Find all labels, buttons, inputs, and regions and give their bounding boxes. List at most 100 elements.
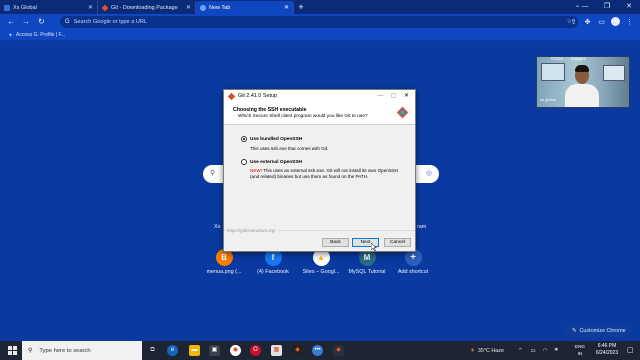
file-explorer-icon[interactable]: ▬ [189,345,200,356]
close-tab-icon[interactable]: ✕ [186,4,191,11]
task-view-icon[interactable]: ⧉ [147,345,158,356]
shortcut-sites-google[interactable]: ▲ Sites – Googl... [296,249,346,275]
option-bundled-openssh[interactable]: Use bundled OpenSSH [241,136,302,142]
shortcut-facebook[interactable]: f (4) Facebook [248,249,298,275]
tab-new-tab[interactable]: New Tab ✕ [196,1,294,14]
option-label: Use external OpenSSH [250,159,302,165]
sidepanel-icon[interactable]: ▭ [597,18,606,26]
dialog-maximize-icon[interactable]: ▢ [387,90,400,102]
volume-icon[interactable]: 🕪 [554,347,557,354]
opera-icon[interactable]: O [250,345,261,356]
lang-top: ENG [575,344,585,349]
weather-text[interactable]: 35°C Haze [478,348,504,354]
forward-arrow-icon[interactable]: → [22,17,30,26]
ntp-gmail-link[interactable]: Gmail [551,57,563,61]
webcam-tag: xs global [540,97,556,102]
profile-avatar[interactable] [611,17,620,26]
tab-label: Git - Downloading Package [111,4,178,11]
window-controls: — ❐ ✕ [574,0,640,14]
taskbar-search-box[interactable]: ⚲ Type here to search [22,341,142,360]
reload-icon[interactable]: ↻ [38,17,45,26]
app-icon[interactable]: ••• [312,345,323,356]
network-icon[interactable]: ▭ [531,348,536,354]
xs-global-favicon-icon [4,4,10,11]
notifications-icon[interactable]: ▢ [627,346,634,354]
customize-chrome-button[interactable]: ✎ Customize Chrome [565,324,631,337]
dialog-subheading: Which Secure Shell client program would … [238,114,368,119]
git-logo-icon [396,106,409,119]
address-bar-placeholder: Search Google or type a URL [73,19,148,25]
cancel-button[interactable]: Cancel [384,238,411,247]
dialog-title: Git 2.41.0 Setup [238,93,277,99]
shortcut-label: Add shortcut [397,269,429,275]
tab-strip: Xs Global ✕ Git - Downloading Package ✕ … [0,0,640,14]
maximize-icon[interactable]: ❐ [596,0,618,14]
language-indicator[interactable]: ENG IN [575,343,585,357]
tab-git-download[interactable]: Git - Downloading Package ✕ [98,1,196,14]
close-window-icon[interactable]: ✕ [618,0,640,14]
option-label: Use bundled OpenSSH [250,136,303,142]
presenter-hair [575,65,589,72]
wifi-icon[interactable]: ◠ [543,348,548,354]
radio-bundled-openssh[interactable] [241,136,247,142]
tab-xs-global[interactable]: Xs Global ✕ [0,1,98,14]
chrome-favicon-icon [200,4,206,11]
shortcut-label-partial: Xs [214,224,221,230]
tray-chevron-icon[interactable]: ⌃ [518,348,523,354]
radio-external-openssh[interactable] [241,159,247,165]
webcam-window [541,63,565,81]
git-setup-taskbar-icon[interactable]: ◆ [333,345,344,356]
clock-time: 6:46 PM [597,343,617,349]
shortcut-menua[interactable]: B menua.png (... [199,249,249,275]
edge-icon[interactable]: e [167,345,178,356]
ntp-images-link[interactable]: Images [571,57,586,61]
mouse-cursor-icon [371,243,377,251]
dialog-minimize-icon[interactable]: — [374,90,387,102]
option-description: This uses ssh.exe that comes with Git. [250,146,329,151]
extensions-puzzle-icon[interactable]: ✤ [583,18,592,26]
search-icon: ⚲ [28,348,33,354]
option-external-openssh[interactable]: Use external OpenSSH [241,159,302,165]
dialog-titlebar: Git 2.41.0 Setup — ▢ ✕ [224,90,415,102]
tab-label: New Tab [209,4,231,11]
git-favicon-icon [101,4,109,11]
taskbar-clock[interactable]: 6:46 PM 6/24/2023 [591,343,623,357]
clock-date: 6/24/2023 [595,350,619,356]
bookmark-favicon-icon: ✦ [8,32,14,39]
share-icon[interactable]: ⇪ [569,18,578,26]
search-icon: ⚲ [210,170,216,177]
git-app-icon [227,92,236,100]
dialog-url: https://gitforwindows.org/ [227,228,278,233]
webcam-window [603,65,625,81]
minimize-icon[interactable]: — [574,0,596,14]
shortcut-label: MySQL Tutorial [348,269,386,275]
system-tray: ☀ 35°C Haze ⌃ ▭ ◠ 🕪 [470,341,558,360]
pencil-icon: ✎ [572,327,577,334]
taskbar-search-placeholder: Type here to search [39,347,91,354]
bookmark-item[interactable]: Access G. Profile | F... [16,32,65,38]
more-menu-icon[interactable]: ⋮ [625,18,634,26]
back-button[interactable]: Back [322,238,349,247]
shortcut-mysql[interactable]: M MySQL Tutorial [342,249,392,275]
close-tab-icon[interactable]: ✕ [88,4,93,11]
shortcut-label: menua.png (... [206,269,242,275]
lang-bottom: IN [577,351,583,356]
chrome-icon[interactable]: ◉ [230,345,241,356]
windows-start-icon[interactable] [8,346,17,355]
new-badge: NEW! [250,168,262,173]
add-shortcut-button[interactable]: + Add shortcut [388,249,438,275]
git-setup-dialog: Git 2.41.0 Setup — ▢ ✕ Choosing the SSH … [223,89,416,252]
back-arrow-icon[interactable]: ← [7,17,15,26]
shortcut-label: Sites – Googl... [302,269,340,275]
dialog-close-icon[interactable]: ✕ [400,90,413,102]
git-bash-icon[interactable]: ◆ [292,345,303,356]
google-lens-icon[interactable]: ◎ [426,169,432,177]
store-icon[interactable]: ▦ [271,345,282,356]
shortcut-label: (4) Facebook [257,269,289,275]
windows-taskbar: ⚲ Type here to search ⧉ e ▬ ▣ ◉ O ▦ ◆ ••… [0,341,640,360]
photos-icon[interactable]: ▣ [209,345,220,356]
google-g-icon: G [65,19,70,25]
new-tab-button[interactable]: + [294,1,308,14]
address-bar[interactable]: G Search Google or type a URL ☆ [60,16,578,28]
close-tab-icon[interactable]: ✕ [284,4,289,11]
